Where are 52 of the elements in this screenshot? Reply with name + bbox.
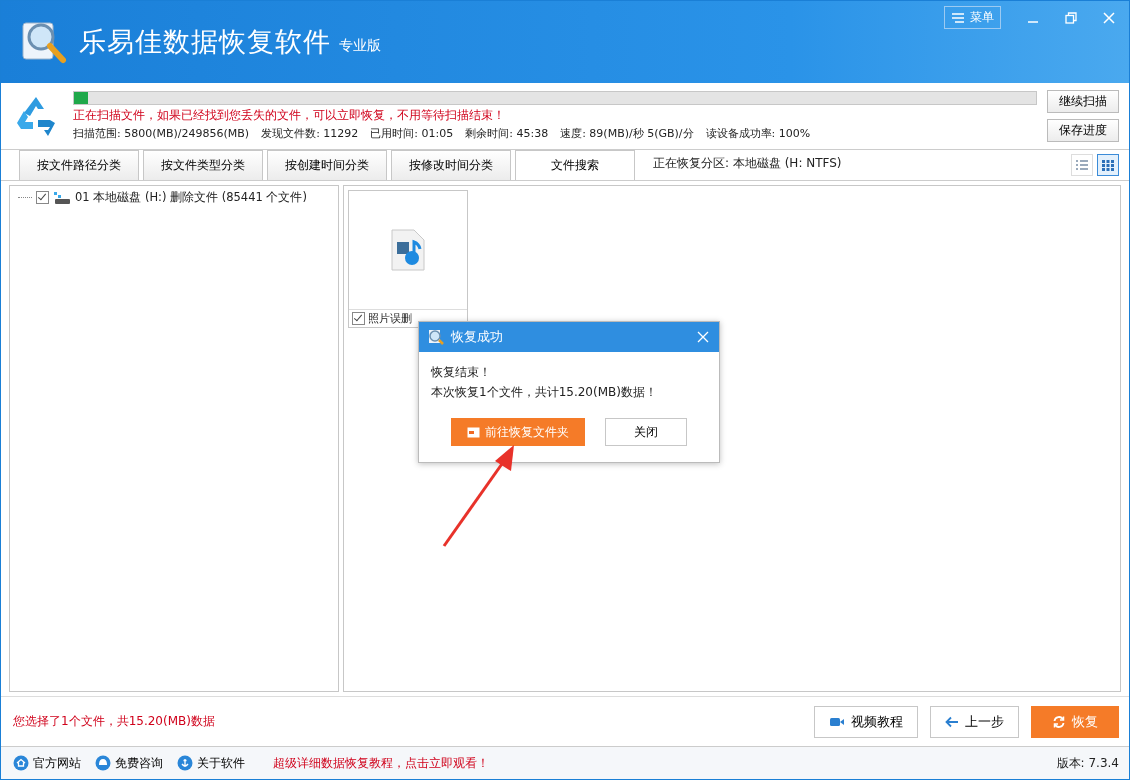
close-icon[interactable] — [1103, 12, 1115, 24]
scan-stat: 速度: 89(MB)/秒 5(GB)/分 — [560, 126, 694, 141]
folder-icon — [467, 426, 480, 438]
tutorial-link[interactable]: 超级详细数据恢复教程，点击立即观看！ — [273, 754, 489, 772]
selection-summary: 您选择了1个文件，共15.20(MB)数据 — [13, 713, 215, 730]
category-tab[interactable]: 文件搜索 — [515, 150, 635, 180]
footer-link[interactable]: 免费咨询 — [95, 754, 163, 772]
list-view-button[interactable] — [1071, 154, 1093, 176]
app-title: 乐易佳数据恢复软件 — [79, 25, 331, 59]
scan-notice: 正在扫描文件，如果已经找到您丢失的文件，可以立即恢复，不用等待扫描结束！ — [73, 108, 506, 123]
scan-stat: 已用时间: 01:05 — [370, 126, 454, 141]
anchor-icon — [177, 755, 193, 771]
category-tab[interactable]: 按文件类型分类 — [143, 150, 263, 180]
back-button[interactable]: 上一步 — [930, 705, 1019, 738]
bell-icon — [95, 755, 111, 771]
media-file-icon — [390, 228, 426, 272]
scan-stat: 剩余时间: 45:38 — [465, 126, 549, 141]
dialog-title: 恢复成功 — [451, 328, 503, 346]
checkbox[interactable] — [352, 312, 365, 325]
home-icon — [13, 755, 29, 771]
file-tile[interactable]: 照片误删 — [348, 190, 468, 328]
checkbox[interactable] — [36, 191, 49, 204]
edition-label: 专业版 — [339, 37, 381, 55]
restore-icon[interactable] — [1065, 12, 1077, 24]
list-icon — [1075, 159, 1089, 171]
category-tab[interactable]: 按创建时间分类 — [267, 150, 387, 180]
footer-link[interactable]: 关于软件 — [177, 754, 245, 772]
category-tab[interactable]: 按修改时间分类 — [391, 150, 511, 180]
scan-action-button[interactable]: 继续扫描 — [1047, 90, 1119, 113]
scan-stat: 读设备成功率: 100% — [705, 126, 811, 141]
scan-stat: 发现文件数: 11292 — [261, 126, 359, 141]
close-button[interactable]: 关闭 — [605, 418, 687, 446]
close-icon[interactable] — [697, 331, 709, 343]
footer-link[interactable]: 官方网站 — [13, 754, 81, 772]
scan-action-button[interactable]: 保存进度 — [1047, 119, 1119, 142]
refresh-icon — [1052, 714, 1066, 729]
back-arrow-icon — [945, 715, 959, 728]
category-tab[interactable]: 按文件路径分类 — [19, 150, 139, 180]
drive-icon — [53, 190, 71, 205]
dialog-message: 本次恢复1个文件，共计15.20(MB)数据！ — [431, 384, 658, 401]
version-label: 版本: 7.3.4 — [1056, 754, 1119, 772]
file-name: 照片误删 — [368, 311, 412, 326]
menu-icon — [951, 11, 965, 24]
video-tutorial-button[interactable]: 视频教程 — [814, 705, 918, 738]
dialog-message: 恢复结束！ — [431, 364, 492, 381]
tree-item-label[interactable]: 01 本地磁盘 (H:) 删除文件 (85441 个文件) — [75, 190, 307, 205]
magnifier-icon — [427, 328, 445, 346]
grid-icon — [1101, 159, 1115, 171]
grid-view-button[interactable] — [1097, 154, 1119, 176]
scan-stat: 扫描范围: 5800(MB)/249856(MB) — [73, 126, 250, 141]
video-camera-icon — [829, 715, 845, 728]
partition-label: 正在恢复分区: 本地磁盘 (H: NTFS) — [653, 155, 842, 172]
